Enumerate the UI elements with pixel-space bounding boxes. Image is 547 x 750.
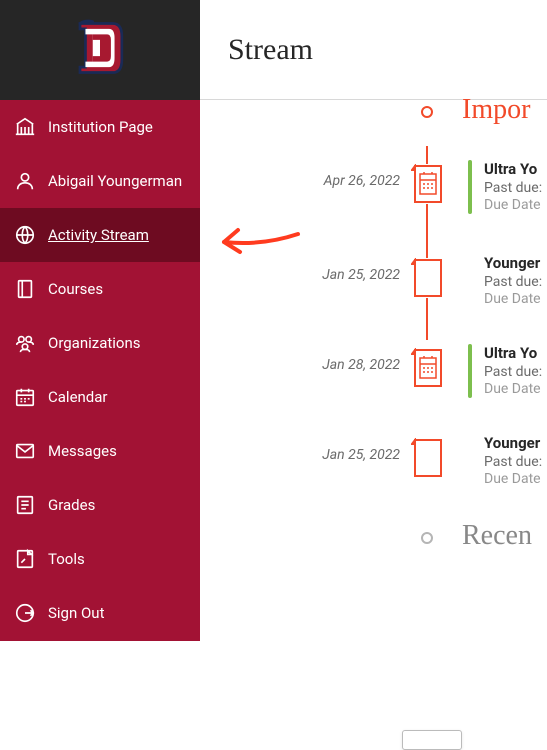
blank-card-icon bbox=[411, 438, 445, 478]
entry-line3: Due Date bbox=[484, 471, 547, 487]
entry-title: Ultra Yo bbox=[484, 160, 547, 178]
timeline: Impor Apr 26, 2022 Ultra Yo Past due: Du… bbox=[200, 100, 547, 140]
annotation-arrow-icon bbox=[212, 218, 302, 272]
calendar-card-icon bbox=[411, 348, 445, 388]
entry-line3: Due Date bbox=[484, 381, 547, 397]
sidebar-item-label: Grades bbox=[48, 496, 95, 514]
entry-text: Younger Past due: Due Date bbox=[484, 254, 547, 307]
sidebar-item-tools[interactable]: Tools bbox=[0, 532, 200, 586]
book-icon bbox=[14, 278, 36, 300]
page-title: Stream bbox=[228, 33, 313, 67]
green-indicator bbox=[468, 344, 472, 398]
stream-entry[interactable]: Jan 25, 2022 Younger Past due: Due Date bbox=[200, 438, 547, 494]
sidebar-item-label: Abigail Youngerman bbox=[48, 172, 182, 190]
entry-date: Jan 25, 2022 bbox=[200, 444, 400, 463]
calendar-icon bbox=[14, 386, 36, 408]
entry-text: Ultra Yo Past due: Due Date bbox=[484, 160, 547, 213]
entry-line2: Past due: bbox=[484, 274, 547, 290]
green-indicator bbox=[468, 160, 472, 214]
sidebar-item-label: Calendar bbox=[48, 388, 108, 406]
sidebar-item-label: Courses bbox=[48, 280, 103, 298]
sidebar-item-institution[interactable]: Institution Page bbox=[0, 100, 200, 154]
section-dot-important bbox=[421, 106, 433, 118]
sidebar-item-label: Institution Page bbox=[48, 118, 153, 136]
stream-entry[interactable]: Jan 28, 2022 Ultra Yo Past due: Due Date bbox=[200, 348, 547, 404]
entry-text: Younger Past due: Due Date bbox=[484, 434, 547, 487]
grades-icon bbox=[14, 494, 36, 516]
sidebar-item-label: Organizations bbox=[48, 334, 141, 352]
sidebar-item-calendar[interactable]: Calendar bbox=[0, 370, 200, 424]
main-header: Stream bbox=[200, 0, 547, 100]
entry-title: Ultra Yo bbox=[484, 344, 547, 362]
person-icon bbox=[14, 170, 36, 192]
sidebar-item-label: Activity Stream bbox=[48, 226, 149, 244]
entry-line2: Past due: bbox=[484, 364, 547, 380]
entry-line2: Past due: bbox=[484, 454, 547, 470]
stream-entry[interactable]: Apr 26, 2022 Ultra Yo Past due: Due Date bbox=[200, 164, 547, 220]
main-area: Stream Impor Apr 26, 2022 Ultra Yo Past … bbox=[200, 0, 547, 641]
section-heading-important: Impor bbox=[462, 94, 530, 126]
blank-card-icon bbox=[411, 258, 445, 298]
stream-card-peek[interactable] bbox=[402, 730, 462, 750]
entry-date: Jan 28, 2022 bbox=[200, 354, 400, 373]
sidebar-item-messages[interactable]: Messages bbox=[0, 424, 200, 478]
institution-icon bbox=[14, 116, 36, 138]
sidebar-item-grades[interactable]: Grades bbox=[0, 478, 200, 532]
globe-icon bbox=[14, 224, 36, 246]
section-heading-recent: Recen bbox=[462, 520, 532, 552]
sidebar: Institution Page Abigail Youngerman Acti… bbox=[0, 0, 200, 641]
sidebar-item-label: Tools bbox=[48, 550, 85, 568]
signout-icon bbox=[14, 602, 36, 624]
nav: Institution Page Abigail Youngerman Acti… bbox=[0, 100, 200, 640]
entry-line3: Due Date bbox=[484, 197, 547, 213]
sidebar-item-activity-stream[interactable]: Activity Stream bbox=[0, 208, 200, 262]
section-dot-recent bbox=[421, 532, 433, 544]
entry-line3: Due Date bbox=[484, 291, 547, 307]
institution-logo-icon bbox=[72, 18, 128, 82]
entry-line2: Past due: bbox=[484, 180, 547, 196]
calendar-card-icon bbox=[411, 164, 445, 204]
sidebar-item-organizations[interactable]: Organizations bbox=[0, 316, 200, 370]
sidebar-item-profile[interactable]: Abigail Youngerman bbox=[0, 154, 200, 208]
people-icon bbox=[14, 332, 36, 354]
sidebar-item-label: Sign Out bbox=[48, 604, 104, 622]
sidebar-item-signout[interactable]: Sign Out bbox=[0, 586, 200, 640]
sidebar-item-label: Messages bbox=[48, 442, 117, 460]
entry-text: Ultra Yo Past due: Due Date bbox=[484, 344, 547, 397]
tools-icon bbox=[14, 548, 36, 570]
logo-area bbox=[0, 0, 200, 100]
sidebar-item-courses[interactable]: Courses bbox=[0, 262, 200, 316]
entry-title: Younger bbox=[484, 254, 547, 272]
entry-title: Younger bbox=[484, 434, 547, 452]
entry-date: Apr 26, 2022 bbox=[200, 170, 400, 189]
envelope-icon bbox=[14, 440, 36, 462]
